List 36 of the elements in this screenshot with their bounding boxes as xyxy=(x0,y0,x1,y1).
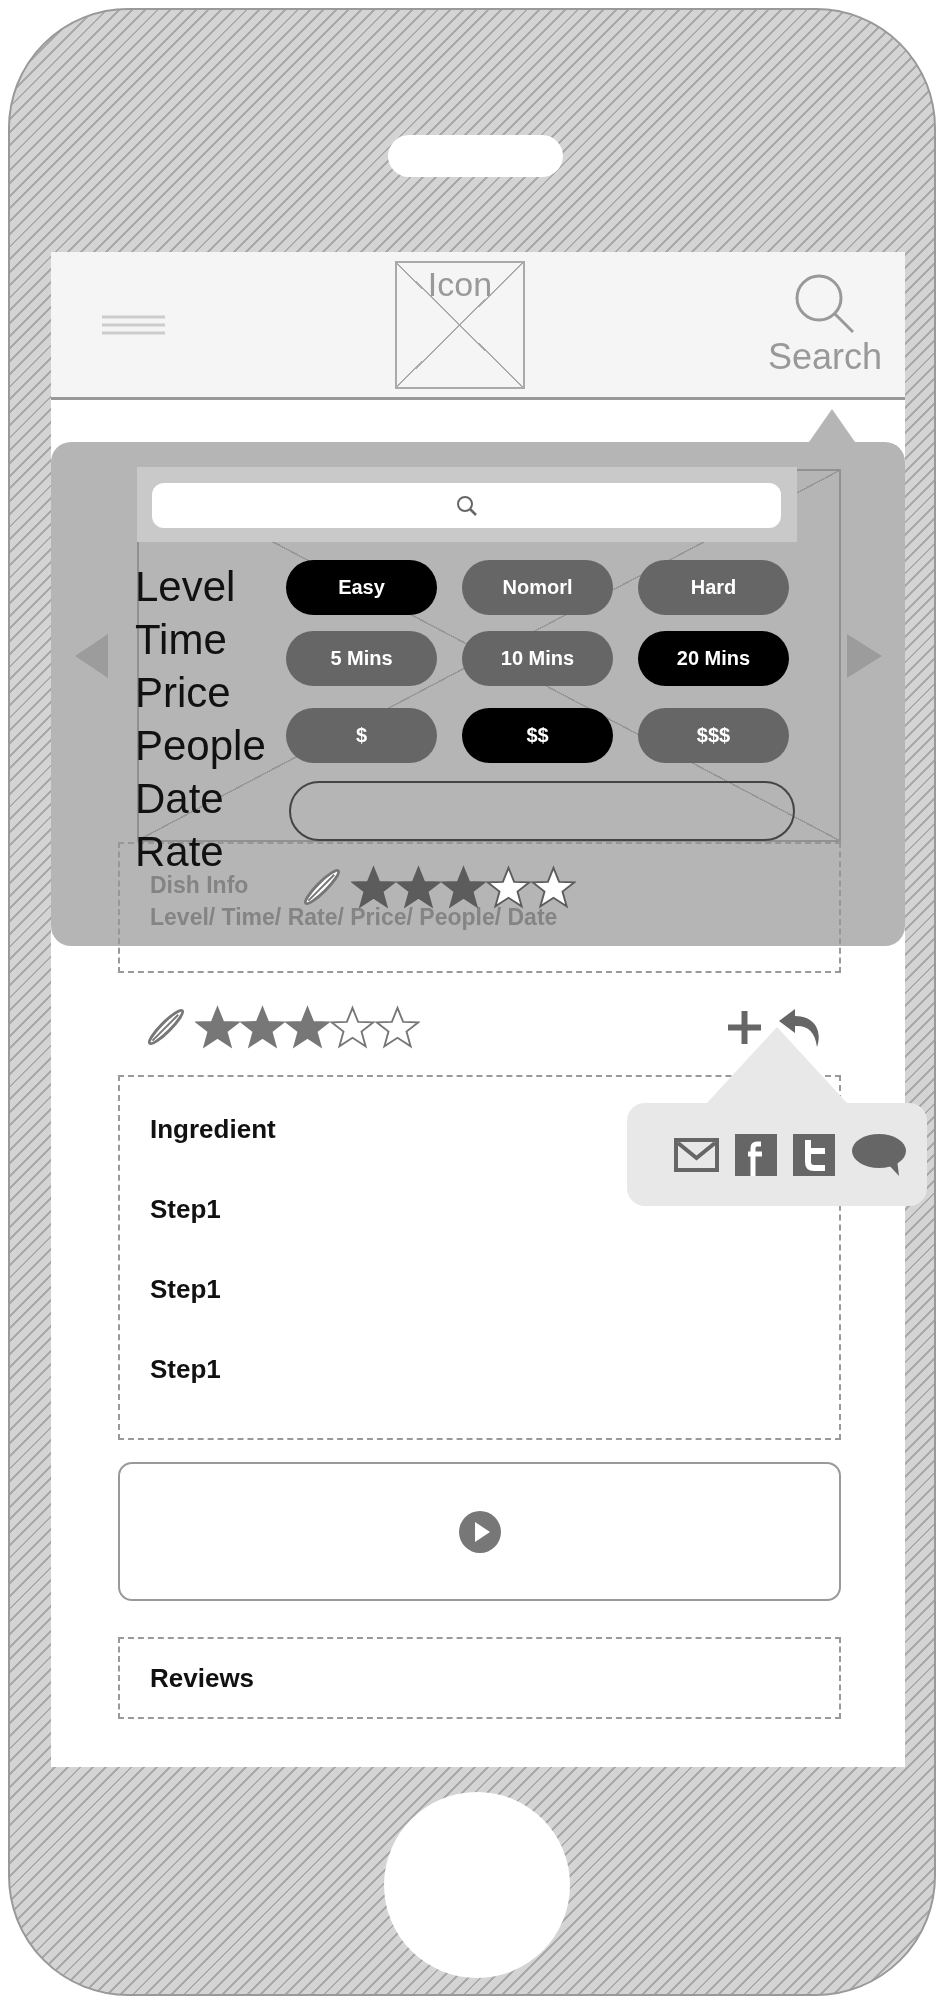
mail-icon[interactable] xyxy=(674,1137,719,1172)
star-icon xyxy=(375,1004,420,1050)
square-t-icon[interactable] xyxy=(793,1133,835,1176)
option-pill[interactable]: Nomorl xyxy=(462,560,613,615)
option-pill[interactable]: Easy xyxy=(286,560,437,615)
star-icon xyxy=(330,1004,375,1050)
option-pill[interactable]: Hard xyxy=(638,560,789,615)
star-icon[interactable] xyxy=(531,864,576,910)
option-pill[interactable]: $ xyxy=(286,708,437,763)
section-title: Step1 xyxy=(150,1353,221,1386)
filter-label: Rate xyxy=(135,827,224,875)
filter-label: Time xyxy=(135,615,227,665)
section-title: Ingredient xyxy=(150,1113,276,1146)
speech-bubble-icon[interactable] xyxy=(851,1132,907,1177)
search-icon xyxy=(455,494,478,517)
star-icon xyxy=(285,1004,330,1050)
filter-label: Price xyxy=(135,668,231,718)
section-title: Step1 xyxy=(150,1193,221,1226)
search-field[interactable] xyxy=(152,483,781,528)
filter-label: Date xyxy=(135,774,224,824)
star-icon xyxy=(240,1004,285,1050)
option-pill[interactable]: $$$ xyxy=(638,708,789,763)
date-field[interactable] xyxy=(289,781,795,841)
option-pill[interactable]: $$ xyxy=(462,708,613,763)
section-title: Step1 xyxy=(150,1273,221,1306)
logo-text: Icon xyxy=(426,264,494,304)
reviews-title: Reviews xyxy=(150,1662,255,1694)
play-icon[interactable] xyxy=(458,1510,501,1553)
option-pill[interactable]: 5 Mins xyxy=(286,631,437,686)
plus-icon[interactable] xyxy=(728,1010,761,1044)
filter-label: Level xyxy=(135,562,236,612)
filter-label: People xyxy=(135,721,266,771)
option-pill[interactable]: 20 Mins xyxy=(638,631,789,686)
square-f-icon[interactable] xyxy=(735,1133,777,1176)
star-icon xyxy=(195,1004,240,1050)
option-pill[interactable]: 10 Mins xyxy=(462,631,613,686)
